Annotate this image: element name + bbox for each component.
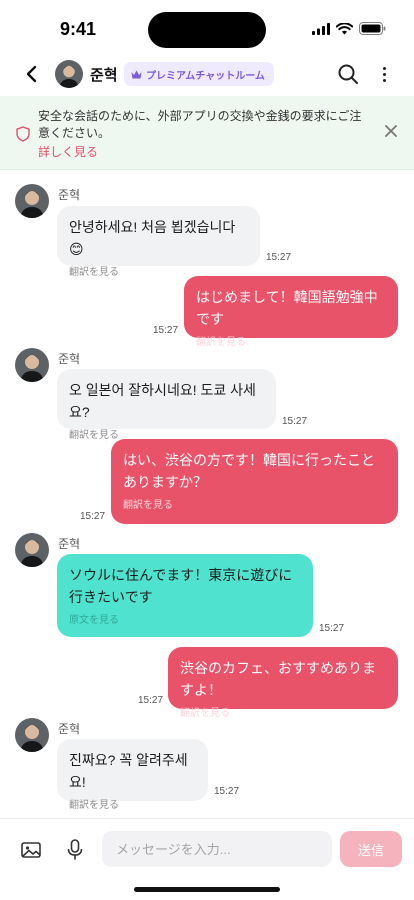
voice-input-button[interactable] <box>66 838 84 862</box>
sender-avatar[interactable] <box>15 184 49 218</box>
avatar-photo <box>15 184 49 218</box>
notice-text: 安全な会話のために、外部アプリの交換や金銭の要求にご注意ください。 <box>38 109 362 140</box>
original-text-link[interactable]: 原文を見る <box>69 611 301 626</box>
search-button[interactable] <box>336 62 360 86</box>
send-button[interactable]: 送信 <box>340 831 402 867</box>
avatar-photo <box>55 60 83 88</box>
message-bubble-outgoing[interactable]: はじめまして！韓国語勉強中です 翻訳を見る <box>184 276 398 348</box>
search-icon <box>338 64 358 84</box>
image-icon <box>21 842 41 858</box>
sender-name: 준혁 <box>58 537 81 551</box>
shield-icon <box>16 126 30 142</box>
message-text: はい、渋谷の方です！韓国に行ったことありますか？ <box>123 452 375 490</box>
sender-name: 준혁 <box>58 188 81 202</box>
premium-label: プレミアムチャットルーム <box>146 70 265 82</box>
message-text: 안녕하세요! 처음 뵙겠습니다 😊 <box>69 219 236 257</box>
message-bubble-outgoing[interactable]: はい、渋谷の方です！韓国に行ったことありますか？ 翻訳を見る <box>111 439 398 524</box>
status-icons <box>312 22 386 35</box>
sender-avatar[interactable] <box>15 533 49 567</box>
battery-icon <box>359 22 386 35</box>
message-bubble-highlighted[interactable]: ソウルに住んでます！東京に遊びに行きたいです 原文を見る <box>57 554 313 637</box>
back-button[interactable] <box>18 61 44 87</box>
chevron-left-icon <box>26 65 37 83</box>
translate-link[interactable]: 翻訳を見る <box>180 704 386 719</box>
contact-name[interactable]: 준혁 <box>90 64 118 85</box>
sender-name: 준혁 <box>58 722 81 736</box>
premium-badge: プレミアムチャットルーム <box>124 62 274 86</box>
message-list[interactable]: 준혁 안녕하세요! 처음 뵙겠습니다 😊 翻訳を見る 15:27 15:27 は… <box>0 171 414 818</box>
microphone-icon <box>67 839 83 860</box>
chat-header: 준혁 プレミアムチャットルーム <box>0 52 414 96</box>
contact-avatar[interactable] <box>55 60 83 88</box>
dynamic-island <box>148 12 266 48</box>
message-bubble-incoming[interactable]: 안녕하세요! 처음 뵙겠습니다 😊 翻訳を見る <box>57 206 260 278</box>
signal-icon <box>312 22 330 35</box>
wifi-icon <box>336 22 353 34</box>
message-bubble-incoming[interactable]: 오 일본어 잘하시네요! 도쿄 사세요? 翻訳を見る <box>57 369 276 441</box>
status-time: 9:41 <box>60 19 97 39</box>
crown-icon <box>131 70 142 78</box>
message-time: 15:27 <box>266 252 292 263</box>
translate-link[interactable]: 翻訳を見る <box>69 796 196 811</box>
message-text: ソウルに住んでます！東京に遊びに行きたいです <box>69 567 293 605</box>
safety-notice: 安全な会話のために、外部アプリの交換や金銭の要求にご注意ください。 詳しく見る <box>0 96 414 170</box>
close-icon <box>385 125 397 137</box>
more-vertical-icon[interactable] <box>374 62 394 86</box>
message-text: 진짜요? 꼭 알려주세요! <box>69 752 188 790</box>
avatar-photo <box>15 533 49 567</box>
notice-close-button[interactable] <box>382 122 400 140</box>
message-input[interactable] <box>102 831 332 867</box>
message-time: 15:27 <box>214 786 240 797</box>
notice-details-link[interactable]: 詳しく見る <box>38 143 98 160</box>
message-text: 오 일본어 잘하시네요! 도쿄 사세요? <box>69 382 256 420</box>
sender-avatar[interactable] <box>15 718 49 752</box>
message-text: はじめまして！韓国語勉強中です <box>196 289 378 327</box>
sender-avatar[interactable] <box>15 348 49 382</box>
message-time: 15:27 <box>153 325 179 336</box>
message-time: 15:27 <box>80 511 106 522</box>
message-input-bar: 送信 <box>0 818 414 880</box>
message-time: 15:27 <box>138 695 164 706</box>
translate-link[interactable]: 翻訳を見る <box>196 333 386 348</box>
avatar-photo <box>15 718 49 752</box>
message-text: 渋谷のカフェ、おすすめありますよ！ <box>180 660 376 698</box>
message-time: 15:27 <box>282 416 308 427</box>
attach-image-button[interactable] <box>20 840 42 860</box>
status-bar: 9:41 <box>0 0 414 52</box>
message-time: 15:27 <box>319 623 345 634</box>
message-bubble-incoming[interactable]: 진짜요? 꼭 알려주세요! 翻訳を見る <box>57 739 208 811</box>
message-bubble-outgoing[interactable]: 渋谷のカフェ、おすすめありますよ！ 翻訳を見る <box>168 647 398 719</box>
sender-name: 준혁 <box>58 352 81 366</box>
translate-link[interactable]: 翻訳を見る <box>123 496 386 511</box>
home-indicator <box>134 887 280 892</box>
avatar-photo <box>15 348 49 382</box>
